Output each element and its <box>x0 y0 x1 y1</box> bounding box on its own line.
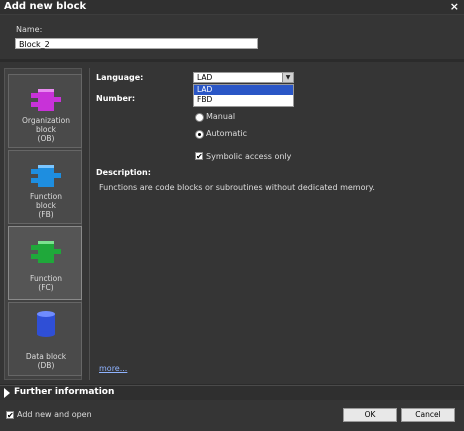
close-icon[interactable]: × <box>450 0 459 13</box>
language-option-lad[interactable]: LAD <box>194 85 293 95</box>
automatic-label: Automatic <box>206 129 248 138</box>
panel-divider <box>89 68 90 380</box>
description-text: Functions are code blocks or subroutines… <box>99 183 375 192</box>
block-label-line2: block <box>36 125 56 134</box>
block-label-line3: (FB) <box>38 210 54 219</box>
block-label-line2: (FC) <box>38 283 54 292</box>
language-option-fbd[interactable]: FBD <box>194 95 293 105</box>
block-label-line1: Data block <box>25 352 67 361</box>
function-block-button[interactable]: Function block (FB) <box>8 150 82 224</box>
name-section: Name: Block_2 <box>0 15 464 59</box>
further-information-label: Further information <box>14 387 115 397</box>
language-select[interactable]: LAD ▼ <box>193 72 294 83</box>
block-label-line1: Function <box>30 192 62 201</box>
further-information-toggle[interactable]: Further information <box>0 385 464 400</box>
language-selected-value: LAD <box>197 73 213 82</box>
chevron-down-icon[interactable]: ▼ <box>282 73 293 82</box>
organization-block-icon <box>31 89 61 111</box>
name-input[interactable]: Block_2 <box>15 38 258 49</box>
title-bar: Add new block × <box>0 0 464 15</box>
organization-block-button[interactable]: Organization block (OB) <box>8 74 82 148</box>
manual-label: Manual <box>206 112 236 121</box>
block-type-panel: Organization block (OB) Function block (… <box>4 68 82 380</box>
more-link[interactable]: more... <box>99 364 127 373</box>
description-label: Description: <box>96 168 151 177</box>
manual-radio[interactable] <box>195 113 204 122</box>
data-block-icon <box>37 311 55 337</box>
add-new-and-open-checkbox[interactable]: ✔ <box>6 411 14 420</box>
block-label-line2: block <box>36 201 56 210</box>
function-block-icon <box>31 165 61 187</box>
block-label-line1: Function <box>30 274 62 283</box>
function-button[interactable]: Function (FC) <box>8 226 82 300</box>
language-label: Language: <box>96 73 144 82</box>
cancel-button[interactable]: Cancel <box>401 408 455 422</box>
ok-button[interactable]: OK <box>343 408 397 422</box>
window-title: Add new block <box>4 1 87 12</box>
name-label: Name: <box>16 25 43 34</box>
block-label-line1: Organization <box>22 116 70 125</box>
symbolic-access-label: Symbolic access only <box>206 152 292 161</box>
data-block-button[interactable]: Data block (DB) <box>8 302 82 376</box>
block-label-line3: (OB) <box>37 134 55 143</box>
expand-arrow-icon <box>4 388 10 398</box>
dialog-body: Organization block (OB) Function block (… <box>0 62 464 384</box>
language-dropdown: LAD FBD <box>193 84 294 107</box>
dialog-footer: ✔ Add new and open OK Cancel <box>0 400 464 431</box>
block-label-line2: (DB) <box>37 361 55 370</box>
number-label: Number: <box>96 94 136 103</box>
symbolic-access-checkbox[interactable]: ✔ <box>195 152 203 161</box>
automatic-radio[interactable] <box>195 130 204 139</box>
function-icon <box>31 241 61 263</box>
add-new-and-open-label: Add new and open <box>17 410 92 419</box>
